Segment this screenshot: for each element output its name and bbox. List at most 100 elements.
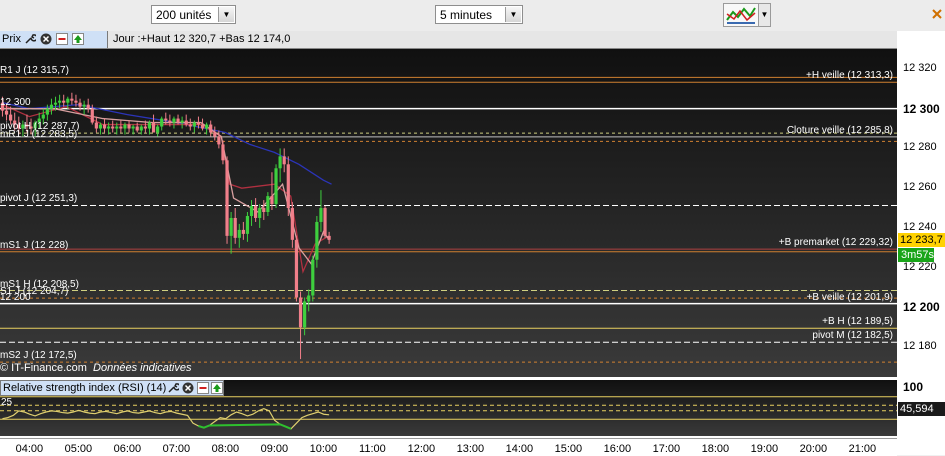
chevron-down-icon[interactable]: ▼ [505,7,521,22]
candle-body [58,100,62,103]
candle-body [156,126,160,133]
chart-area: Prix Jour :+Haut 12 320,7 +Bas 12 174,0 … [0,31,945,456]
x-tick-label: 07:00 [162,443,191,455]
candle-body [102,124,107,129]
rsi-top-label: 100 [903,380,924,394]
level-label-left: mS2 J (12 172,5) [0,350,77,362]
candle-body [9,114,13,121]
moving-average-line-0 [2,102,332,185]
y-tick-label: 12 240 [903,220,937,233]
candle-body [172,118,176,123]
candle-body [249,206,254,216]
candle-body [307,295,311,302]
candle-body [237,229,241,238]
level-label-left: 12 300 [0,96,31,108]
x-tick-label: 17:00 [652,443,681,455]
candle-body [319,208,323,222]
candle-body [131,126,135,129]
candle-body [266,196,270,213]
y-tick-label: 12 220 [903,260,937,273]
copyright-text: © IT-Finance.com Données indicatives [0,362,191,374]
candle-body [160,118,164,127]
price-panel-header: Prix Jour :+Haut 12 320,7 +Bas 12 174,0 [0,31,897,49]
candle-body [111,126,115,129]
maximize-icon[interactable] [72,33,84,45]
level-label-right: +H veille (12 313,3) [806,70,893,82]
y-tick-label: 12 180 [903,340,937,353]
wrench-icon[interactable] [167,382,179,394]
chart-tools-dropdown[interactable]: ▼ [759,3,771,27]
x-tick-label: 04:00 [15,443,44,455]
candle-body [196,122,201,125]
minus-icon[interactable] [197,382,209,394]
x-axis: 04:00 05:00 06:00 07:00 08:00 09:00 10:00 11:00… [0,438,897,456]
candle-body [45,108,49,115]
day-summary: Jour :+Haut 12 320,7 +Bas 12 174,0 [113,33,291,45]
level-label-left: mS1 J (12 228) [0,239,69,251]
close-circle-icon[interactable] [40,33,52,45]
minus-icon[interactable] [56,33,68,45]
candle-body [294,239,299,298]
candle-body [200,124,205,129]
chart-tools-button[interactable] [723,3,759,27]
candle-body [82,104,86,107]
candle-body [90,108,94,123]
rsi-left-label: 25 [1,397,13,408]
level-label-right: +B H (12 189,5) [822,316,893,328]
candle-body [49,104,54,109]
candle-body [241,229,245,234]
candle-timer: 3m57s [898,248,934,262]
candle-body [229,217,233,236]
candle-body [94,122,98,129]
data-note: Données indicatives [93,362,192,374]
x-tick-label: 08:00 [211,443,240,455]
candle-body [62,100,66,103]
candle-body [164,118,168,121]
price-panel[interactable]: Prix Jour :+Haut 12 320,7 +Bas 12 174,0 … [0,31,897,377]
candle-body [323,208,327,236]
candle-body [86,104,90,109]
candle-body [98,124,103,129]
chart-tools-icon [726,7,756,24]
interval-select[interactable]: 5 minutes ▼ [435,5,523,24]
maximize-icon[interactable] [211,382,223,394]
rsi-panel[interactable]: Relative strength index (RSI) (14) 25 [0,380,897,436]
level-label-right: +B premarket (12 229,32) [778,237,893,249]
y-tick-label: 12 280 [903,141,937,154]
x-tick-label: 12:00 [407,443,436,455]
y-tick-label: 12 320 [903,61,937,74]
wrench-icon[interactable] [24,33,36,45]
interval-select-value: 5 minutes [440,8,493,22]
level-label-right: pivot M (12 182,5) [812,330,893,342]
price-chart[interactable] [0,31,897,377]
y-tick-label: 12 300 [903,101,940,116]
level-label-left: 12 200 [0,291,31,303]
x-tick-label: 14:00 [505,443,534,455]
x-tick-label: 20:00 [799,443,828,455]
candle-body [143,126,147,129]
close-circle-icon[interactable] [182,382,194,394]
rsi-oversold-segment [198,423,292,430]
level-label-left: mR1 J (12 283,5) [0,129,78,141]
candle-body [233,217,237,238]
units-select[interactable]: 200 unités ▼ [151,5,236,24]
x-tick-label: 13:00 [456,443,485,455]
candle-body [139,126,143,131]
candle-body [192,122,196,127]
candle-body [188,124,192,127]
copyright: © IT-Finance.com [0,362,87,374]
chevron-down-icon[interactable]: ▼ [218,7,234,22]
rsi-header: Relative strength index (RSI) (14) [0,380,224,396]
candle-body [127,124,131,129]
units-select-value: 200 unités [156,8,212,22]
level-label-right: +B veille (12 201,9) [806,291,893,303]
close-icon[interactable] [929,6,945,22]
candle-body [119,126,123,129]
x-tick-label: 10:00 [309,443,338,455]
candle-body [274,168,278,205]
x-tick-label: 11:00 [359,443,386,455]
candle-body [147,122,152,129]
candle-body [290,208,294,240]
candle-body [74,100,78,103]
level-label-left: pivot J (12 251,3) [0,193,78,205]
